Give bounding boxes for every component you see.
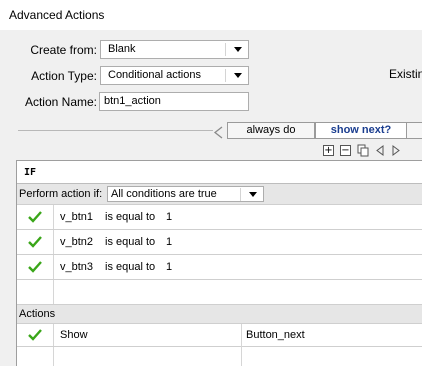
create-from-dropdown[interactable]: Blank [100, 40, 249, 59]
existing-actions-label: Existin [389, 67, 422, 81]
action-type-dropdown[interactable]: Conditional actions [100, 66, 249, 85]
divider-line [18, 130, 213, 131]
chevron-down-icon [249, 192, 257, 197]
if-header-row: IF [17, 161, 422, 184]
actions-header: Actions [19, 308, 56, 320]
if-header: IF [24, 167, 37, 178]
remove-icon[interactable]: − [340, 145, 351, 156]
check-cell [17, 280, 54, 304]
check-cell [17, 255, 54, 279]
create-from-label: Create from: [30, 43, 97, 57]
perform-action-row: Perform action if: All conditions are tr… [17, 184, 422, 205]
tab-always-do[interactable]: always do [227, 122, 315, 139]
condition-operator: is equal to [105, 261, 156, 273]
scroll-left-icon[interactable] [210, 124, 228, 141]
action-type-value: Conditional actions [108, 69, 201, 81]
condition-row-empty[interactable] [17, 280, 422, 305]
dropdown-separator [225, 69, 226, 82]
dropdown-separator [225, 43, 226, 56]
condition-operator: is equal to [105, 236, 156, 248]
window-title: Advanced Actions [9, 8, 105, 22]
condition-variable: v_btn2 [60, 236, 94, 248]
copy-icon[interactable] [357, 144, 370, 157]
title-bar: Advanced Actions [0, 0, 422, 30]
condition-row[interactable]: v_btn3 is equal to 1 [17, 255, 422, 280]
column-divider [241, 347, 242, 366]
check-cell [17, 205, 54, 229]
condition-variable: v_btn1 [60, 211, 94, 223]
checkmark-icon[interactable] [28, 329, 42, 341]
actions-header-row: Actions [17, 305, 422, 324]
check-cell [17, 230, 54, 254]
condition-variable: v_btn3 [60, 261, 94, 273]
check-cell [17, 347, 54, 366]
dropdown-separator [240, 188, 241, 201]
column-divider [241, 324, 242, 347]
action-row-empty[interactable] [17, 347, 422, 366]
perform-action-value: All conditions are true [111, 188, 217, 200]
condition-value: 1 [166, 261, 173, 273]
checkmark-icon[interactable] [28, 261, 42, 273]
add-icon[interactable]: + [323, 145, 334, 156]
action-name: Show [60, 329, 88, 341]
check-cell [17, 324, 54, 346]
action-row[interactable]: Show Button_next [17, 324, 422, 347]
tab-next[interactable] [406, 122, 422, 139]
condition-operator: is equal to [105, 211, 156, 223]
chevron-down-icon [234, 73, 242, 78]
perform-action-dropdown[interactable]: All conditions are true [107, 186, 264, 202]
action-name-input[interactable]: btn1_action [99, 92, 249, 111]
condition-row[interactable]: v_btn1 is equal to 1 [17, 205, 422, 230]
perform-action-label: Perform action if: [19, 188, 103, 200]
action-target: Button_next [246, 329, 305, 341]
chevron-down-icon [234, 47, 242, 52]
checkmark-icon[interactable] [28, 236, 42, 248]
create-from-value: Blank [108, 43, 136, 55]
action-name-label: Action Name: [24, 95, 97, 109]
arrow-left-icon[interactable] [374, 144, 386, 157]
checkmark-icon[interactable] [28, 211, 42, 223]
condition-value: 1 [166, 211, 173, 223]
tab-show-next[interactable]: show next? [315, 122, 407, 139]
arrow-right-icon[interactable] [390, 144, 402, 157]
condition-row[interactable]: v_btn2 is equal to 1 [17, 230, 422, 255]
condition-value: 1 [166, 236, 173, 248]
action-type-label: Action Type: [31, 69, 97, 83]
conditions-grid: IF Perform action if: All conditions are… [16, 160, 422, 366]
